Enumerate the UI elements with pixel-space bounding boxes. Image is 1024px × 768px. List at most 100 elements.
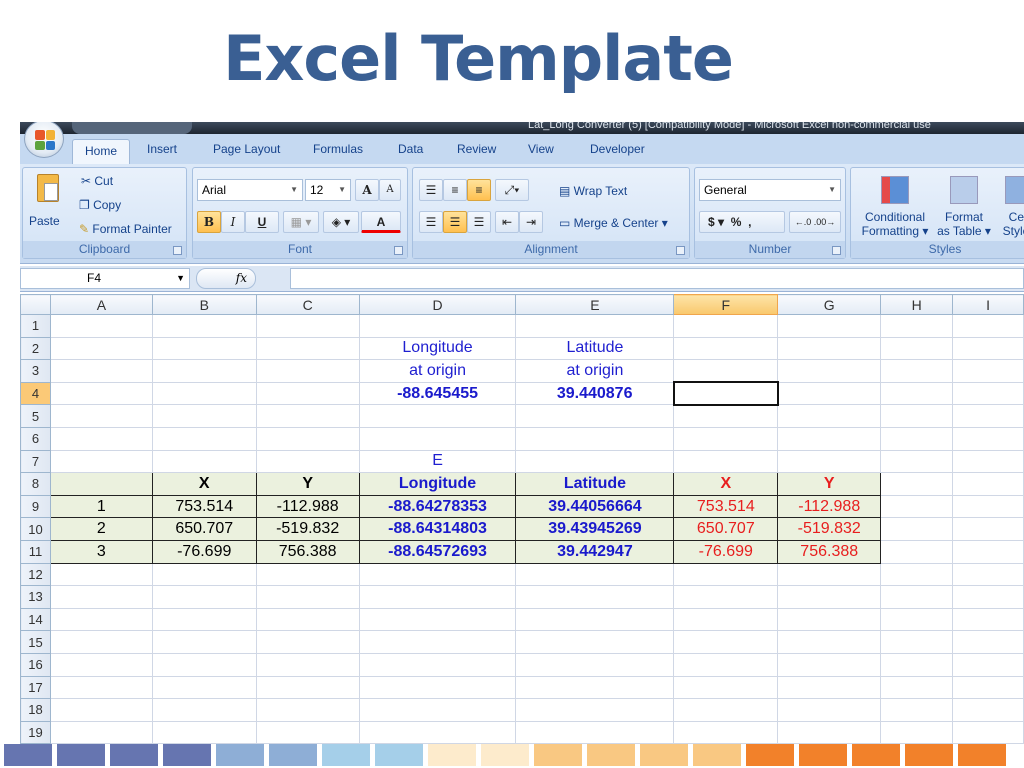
cell-h3[interactable] (880, 359, 954, 383)
cell-d6[interactable] (358, 426, 517, 451)
alignment-launcher[interactable] (676, 246, 685, 255)
cut-button[interactable]: ✂ Cut (81, 174, 113, 188)
paste-button[interactable]: Paste (29, 172, 65, 238)
column-header-c[interactable]: C (255, 294, 360, 315)
cell-b7[interactable] (151, 449, 257, 474)
row-header[interactable]: 9 (20, 494, 51, 519)
cell-f8[interactable]: X (673, 472, 779, 496)
cell-i8[interactable] (952, 472, 1024, 496)
cell-i7[interactable] (952, 449, 1024, 474)
italic-button[interactable]: I (221, 211, 245, 233)
cell-d3[interactable]: at origin (358, 359, 517, 383)
cell-h9[interactable] (880, 494, 954, 519)
row-header[interactable]: 19 (20, 720, 51, 744)
cell-c8[interactable]: Y (255, 472, 360, 496)
cell-a16[interactable] (49, 652, 153, 677)
cell-c5[interactable] (255, 404, 360, 428)
cell-b1[interactable] (151, 314, 257, 338)
cell-c19[interactable] (255, 720, 360, 744)
cell-i14[interactable] (952, 607, 1024, 632)
cell-d19[interactable] (358, 720, 517, 744)
cell-a5[interactable] (49, 404, 153, 428)
row-header[interactable]: 6 (20, 426, 51, 451)
clipboard-launcher[interactable] (173, 246, 182, 255)
underline-button[interactable]: U (245, 211, 279, 233)
tab-home[interactable]: Home (72, 139, 131, 164)
cell-e6[interactable] (515, 426, 675, 451)
cell-g1[interactable] (777, 314, 882, 338)
cell-e8[interactable]: Latitude (515, 472, 675, 496)
align-center-button[interactable]: ☰ (443, 211, 467, 233)
column-header-f[interactable]: F (673, 294, 779, 315)
cell-e3[interactable]: at origin (515, 359, 675, 383)
cell-i13[interactable] (952, 585, 1024, 609)
column-header-g[interactable]: G (777, 294, 882, 315)
cell-i19[interactable] (952, 720, 1024, 744)
cell-i4[interactable] (952, 381, 1024, 406)
row-header[interactable]: 10 (20, 517, 51, 541)
shrink-font-button[interactable]: A (379, 179, 401, 201)
row-header[interactable]: 1 (20, 314, 51, 338)
cell-b10[interactable]: 650.707 (151, 517, 257, 541)
cell-b2[interactable] (151, 336, 257, 361)
cell-c9[interactable]: -112.988 (255, 494, 360, 519)
cell-c3[interactable] (255, 359, 360, 383)
cell-i5[interactable] (952, 404, 1024, 428)
cell-f6[interactable] (673, 426, 779, 451)
orientation-button[interactable]: ⤢▾ (495, 179, 529, 201)
merge-center-button[interactable]: ▭ Merge & Center ▾ (559, 216, 668, 230)
tab-data[interactable]: Data (398, 142, 423, 156)
cell-d12[interactable] (358, 562, 517, 587)
row-header[interactable]: 17 (20, 675, 51, 700)
cell-d4[interactable]: -88.645455 (358, 381, 517, 406)
row-header[interactable]: 14 (20, 607, 51, 632)
cell-a1[interactable] (49, 314, 153, 338)
cell-c12[interactable] (255, 562, 360, 587)
cell-d17[interactable] (358, 675, 517, 700)
cell-i17[interactable] (952, 675, 1024, 700)
cell-f3[interactable] (673, 359, 779, 383)
decimal-buttons[interactable]: ←.0 .00→ (789, 211, 841, 233)
row-header[interactable]: 7 (20, 449, 51, 474)
cell-f2[interactable] (673, 336, 779, 361)
cell-b4[interactable] (151, 381, 257, 406)
cell-a2[interactable] (49, 336, 153, 361)
cell-f16[interactable] (673, 652, 779, 677)
row-header[interactable]: 16 (20, 652, 51, 677)
cell-g9[interactable]: -112.988 (777, 494, 882, 519)
align-left-button[interactable]: ☰ (419, 211, 443, 233)
cell-g16[interactable] (777, 652, 882, 677)
increase-indent-button[interactable]: ⇥ (519, 211, 543, 233)
cell-c10[interactable]: -519.832 (255, 517, 360, 541)
cell-c18[interactable] (255, 698, 360, 722)
cell-h2[interactable] (880, 336, 954, 361)
cell-h10[interactable] (880, 517, 954, 541)
cell-d13[interactable] (358, 585, 517, 609)
font-name-dropdown[interactable]: Arial ▼ (197, 179, 303, 201)
select-all-corner[interactable] (20, 294, 51, 315)
cell-i3[interactable] (952, 359, 1024, 383)
cell-d2[interactable]: Longitude (358, 336, 517, 361)
align-right-button[interactable]: ☰ (467, 211, 491, 233)
cell-h17[interactable] (880, 675, 954, 700)
tab-view[interactable]: View (528, 142, 554, 156)
cell-e15[interactable] (515, 630, 675, 654)
cell-h4[interactable] (880, 381, 954, 406)
row-header[interactable]: 3 (20, 359, 51, 383)
cell-b3[interactable] (151, 359, 257, 383)
row-header[interactable]: 15 (20, 630, 51, 654)
cell-c15[interactable] (255, 630, 360, 654)
cell-c7[interactable] (255, 449, 360, 474)
cell-f14[interactable] (673, 607, 779, 632)
column-header-b[interactable]: B (151, 294, 257, 315)
cell-f9[interactable]: 753.514 (673, 494, 779, 519)
cell-c11[interactable]: 756.388 (255, 539, 360, 564)
insert-function-button[interactable]: fx (196, 268, 256, 289)
align-bottom-button[interactable]: ≡ (467, 179, 491, 201)
formula-input[interactable] (290, 268, 1024, 289)
cell-i18[interactable] (952, 698, 1024, 722)
cell-h12[interactable] (880, 562, 954, 587)
cell-styles-button[interactable]: CellStyles (997, 172, 1024, 242)
cell-c4[interactable] (255, 381, 360, 406)
cell-g5[interactable] (777, 404, 882, 428)
